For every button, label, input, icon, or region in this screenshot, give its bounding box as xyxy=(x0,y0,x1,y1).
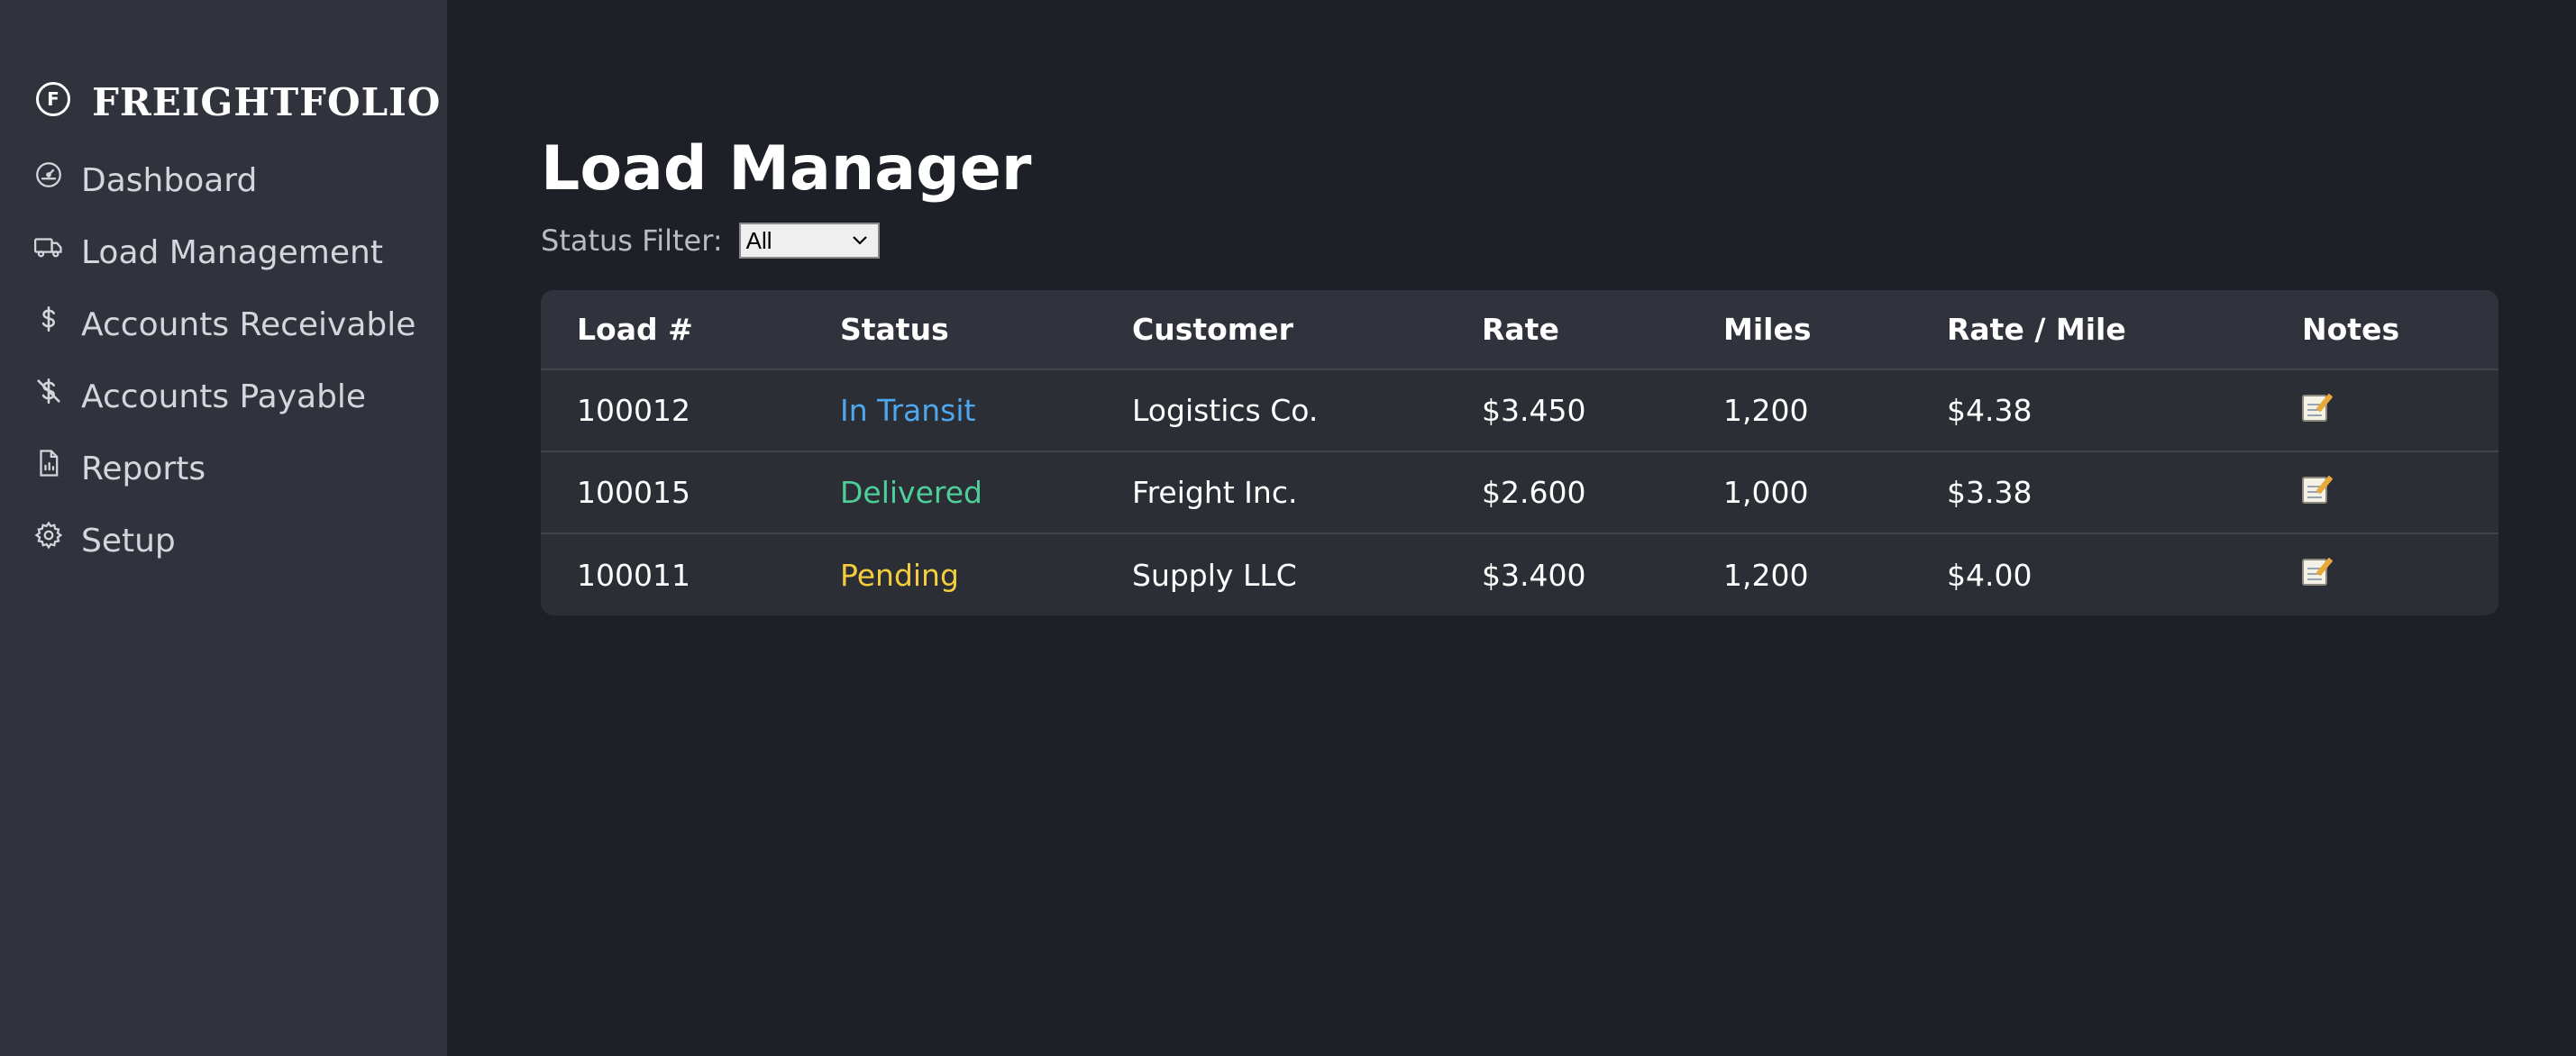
status-filter-label: Status Filter: xyxy=(541,223,723,258)
column-header-rate[interactable]: Rate xyxy=(1446,290,1687,369)
page-title: Load Manager xyxy=(541,133,1032,205)
sidebar-item-accounts-payable[interactable]: Accounts Payable xyxy=(0,360,447,432)
sidebar-item-load-management[interactable]: Load Management xyxy=(0,216,447,288)
app-window: F FREIGHTFOLIO Dashboard Load Management… xyxy=(0,0,2576,1056)
cell-load-number: 100015 xyxy=(577,475,690,510)
status-filter-select[interactable]: All xyxy=(738,223,880,259)
sidebar-item-setup[interactable]: Setup xyxy=(0,505,447,577)
status-badge: Pending xyxy=(840,557,959,593)
column-header-status[interactable]: Status xyxy=(804,290,1096,369)
sidebar-item-accounts-receivable[interactable]: Accounts Receivable xyxy=(0,288,447,360)
cell-notes xyxy=(2266,369,2498,451)
loads-table: Load # Status Customer Rate Miles Rate /… xyxy=(541,290,2498,615)
cell-notes xyxy=(2266,451,2498,533)
cell-load-number: 100012 xyxy=(577,393,690,428)
sidebar-item-label: Accounts Payable xyxy=(81,378,367,415)
cell-rate-per-mile: $4.00 xyxy=(1947,557,2032,593)
cell-rate: $2.600 xyxy=(1482,475,1586,510)
table-row[interactable]: 100012 In Transit Logistics Co. $3.450 1… xyxy=(541,369,2498,451)
cell-customer: Freight Inc. xyxy=(1132,475,1298,510)
cell-rate-per-mile: $4.38 xyxy=(1947,393,2032,428)
sidebar-item-dashboard[interactable]: Dashboard xyxy=(0,144,447,216)
sidebar-item-label: Dashboard xyxy=(81,161,258,199)
cell-rate: $3.400 xyxy=(1482,557,1586,593)
sidebar: F FREIGHTFOLIO Dashboard Load Management… xyxy=(0,0,447,1056)
cell-customer: Logistics Co. xyxy=(1132,393,1319,428)
notes-icon[interactable] xyxy=(2302,476,2327,504)
sidebar-item-label: Reports xyxy=(81,450,206,487)
column-header-customer[interactable]: Customer xyxy=(1096,290,1446,369)
status-filter-row: Status Filter: All xyxy=(541,220,2576,261)
truck-icon xyxy=(32,231,65,263)
gear-icon xyxy=(32,519,65,551)
notes-icon[interactable] xyxy=(2302,394,2327,422)
brand-logo-icon: F xyxy=(36,82,70,116)
sidebar-item-label: Load Management xyxy=(81,233,383,271)
sidebar-item-label: Accounts Receivable xyxy=(81,305,416,343)
column-header-notes[interactable]: Notes xyxy=(2266,290,2498,369)
brand-name: FREIGHTFOLIO xyxy=(92,79,442,124)
report-icon xyxy=(32,447,65,479)
cell-rate: $3.450 xyxy=(1482,393,1586,428)
status-filter-value: All xyxy=(745,226,772,254)
column-header-miles[interactable]: Miles xyxy=(1687,290,1911,369)
table-row[interactable]: 100011 Pending Supply LLC $3.400 1,200 $… xyxy=(541,533,2498,615)
cell-miles: 1,200 xyxy=(1723,393,1809,428)
loads-table-card: Load # Status Customer Rate Miles Rate /… xyxy=(541,290,2498,615)
column-header-load[interactable]: Load # xyxy=(541,290,804,369)
cell-customer: Supply LLC xyxy=(1132,557,1297,593)
status-badge: Delivered xyxy=(840,475,982,510)
table-header-row: Load # Status Customer Rate Miles Rate /… xyxy=(541,290,2498,369)
speedometer-icon xyxy=(32,159,65,191)
main-content: Load Manager Status Filter: All Load # S… xyxy=(447,0,2576,1056)
sidebar-item-reports[interactable]: Reports xyxy=(0,432,447,505)
chevron-down-icon xyxy=(852,236,867,245)
cell-rate-per-mile: $3.38 xyxy=(1947,475,2032,510)
cell-notes xyxy=(2266,533,2498,615)
dollar-slash-icon xyxy=(32,375,65,407)
dollar-icon xyxy=(32,303,65,335)
column-header-rate-per-mile[interactable]: Rate / Mile xyxy=(1911,290,2266,369)
table-row[interactable]: 100015 Delivered Freight Inc. $2.600 1,0… xyxy=(541,451,2498,533)
status-badge: In Transit xyxy=(840,393,976,428)
notes-icon[interactable] xyxy=(2302,559,2327,586)
cell-miles: 1,000 xyxy=(1723,475,1809,510)
cell-load-number: 100011 xyxy=(577,557,690,593)
brand[interactable]: F FREIGHTFOLIO xyxy=(0,70,447,133)
cell-miles: 1,200 xyxy=(1723,557,1809,593)
sidebar-item-label: Setup xyxy=(81,522,176,560)
